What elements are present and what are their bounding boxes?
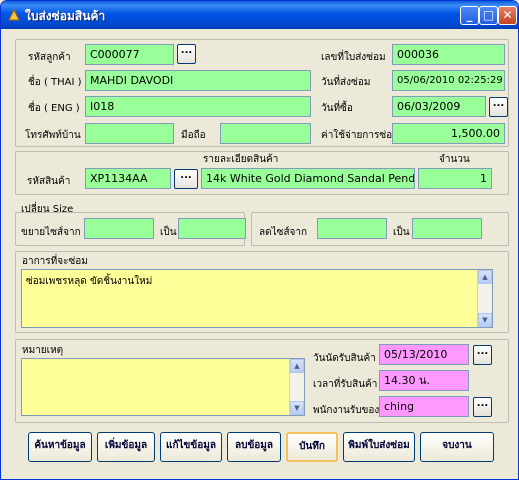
expand-to-field[interactable] [178,218,246,239]
customer-code-field[interactable]: C000077 [85,44,174,65]
name-eng-label: ชื่อ ( ENG ) [28,103,80,114]
product-code-label: รหัสสินค้า [27,176,71,187]
mobile-field[interactable] [220,123,311,144]
app-icon [8,8,20,21]
symptom-textarea[interactable]: ซ่อมเพชรหลุด ขัดชิ้นงานใหม่ ▲ ▼ [21,269,493,328]
staff-field[interactable]: ching [379,396,469,417]
reduce-to-field[interactable] [412,218,482,239]
search-button[interactable]: ค้นหาข้อมูล [28,432,92,462]
product-detail-field[interactable]: 14k White Gold Diamond Sandal Pendar [201,168,415,189]
maximize-icon[interactable]: □ [479,6,498,25]
pickup-date-field[interactable]: 05/13/2010 [379,344,469,365]
symptom-text: ซ่อมเพชรหลุด ขัดชิ้นงานใหม่ [26,276,153,287]
name-thai-field[interactable]: MAHDI DAVODI [85,70,311,91]
scroll-down-icon[interactable]: ▼ [290,401,304,415]
expand-to-label: เป็น [160,227,177,238]
product-browse-button[interactable]: ... [174,169,198,189]
finish-button[interactable]: จบงาน [420,432,494,462]
doc-no-label: เลขที่ใบส่งซ่อม [321,52,386,63]
product-detail-header: รายละเอียดสินค้า [203,154,279,165]
title-bar[interactable]: ใบส่งซ่อมสินค้า _ □ ✕ [1,1,518,29]
name-eng-field[interactable]: I018 [85,96,311,117]
reduce-from-label: ลดไซส์จาก [259,227,308,238]
note-textarea[interactable]: ▲ ▼ [21,358,305,416]
symptom-scrollbar[interactable]: ▲ ▼ [477,270,492,327]
purchase-date-label: วันที่ซื้อ [321,103,353,114]
quantity-field[interactable]: 1 [418,168,492,189]
edit-button[interactable]: แก้ไขข้อมูล [160,432,222,462]
print-button[interactable]: พิมพ์ใบส่งซ่อม [343,432,415,462]
repair-form-window: ใบส่งซ่อมสินค้า _ □ ✕ รหัสลูกค้า C000077… [0,0,519,480]
delete-button[interactable]: ลบข้อมูล [227,432,281,462]
mobile-label: มือถือ [181,130,206,141]
reduce-to-label: เป็น [393,227,410,238]
doc-no-field[interactable]: 000036 [392,44,505,65]
home-phone-label: โทรศัพท์บ้าน [25,130,81,141]
repair-cost-field[interactable]: 1,500.00 [392,123,505,144]
purchase-date-button[interactable]: ... [489,97,508,117]
add-button[interactable]: เพิ่มข้อมูล [97,432,155,462]
minimize-icon[interactable]: _ [460,6,479,25]
pickup-time-label: เวลาที่รับสินค้า [313,379,378,390]
pickup-date-label: วันนัดรับสินค้า [313,353,376,364]
window-title: ใบส่งซ่อมสินค้า [25,9,106,23]
name-thai-label: ชื่อ ( THAI ) [28,77,82,88]
scroll-down-icon[interactable]: ▼ [478,313,492,327]
send-date-field[interactable]: 05/06/2010 02:25:29 [392,70,505,91]
expand-from-label: ขยายไซส์จาก [21,227,81,238]
home-phone-field[interactable] [85,123,174,144]
send-date-label: วันที่ส่งซ่อม [321,77,371,88]
save-button[interactable]: บันทึก [286,432,338,462]
pickup-date-button[interactable]: ... [473,345,492,365]
reduce-from-field[interactable] [317,218,387,239]
purchase-date-field[interactable]: 06/03/2009 [392,96,486,117]
repair-cost-label: ค่าใช้จ่ายการซ่อม [321,130,399,141]
customer-browse-button[interactable]: ... [177,44,196,64]
customer-code-label: รหัสลูกค้า [28,52,71,63]
close-icon[interactable]: ✕ [498,6,517,25]
scroll-up-icon[interactable]: ▲ [290,359,304,373]
pickup-time-field[interactable]: 14.30 น. [379,370,469,391]
quantity-header: จำนวน [439,154,470,165]
symptom-label: อาการที่จะซ่อม [22,256,88,267]
staff-browse-button[interactable]: ... [473,397,492,417]
note-label: หมายเหตุ [22,345,64,356]
staff-label: พนักงานรับของ [313,405,380,416]
product-code-field[interactable]: XP1134AA [85,168,171,189]
note-scrollbar[interactable]: ▲ ▼ [289,359,304,415]
scroll-up-icon[interactable]: ▲ [478,270,492,284]
expand-from-field[interactable] [84,218,154,239]
